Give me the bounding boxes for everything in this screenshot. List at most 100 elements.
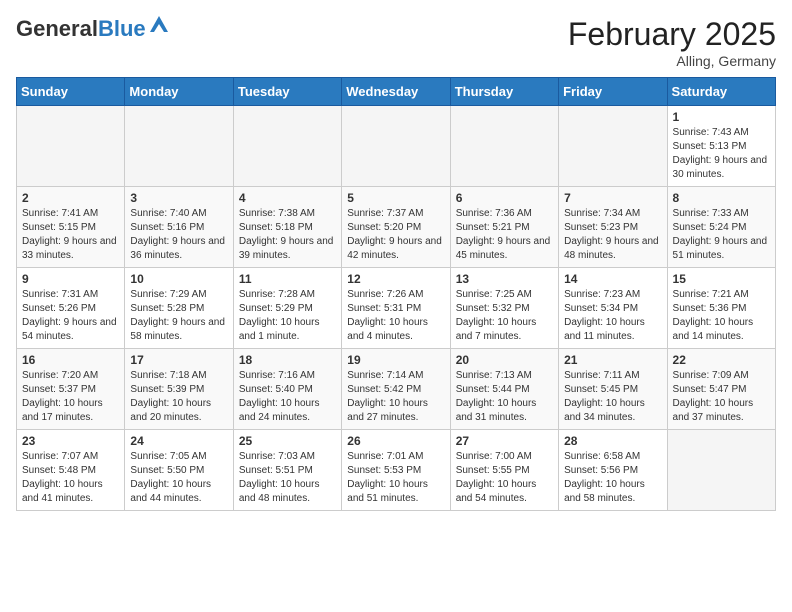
day-info: Sunrise: 7:14 AM Sunset: 5:42 PM Dayligh… [347,369,444,425]
week-row-1: 1Sunrise: 7:43 AM Sunset: 5:13 PM Daylig… [17,106,776,187]
col-monday: Monday [125,78,233,106]
calendar-cell: 2 Sunrise: 7:41 AM Sunset: 5:15 PM Daylig… [17,187,125,268]
day-number: 7 [564,191,661,205]
day-number: 24 [130,434,227,448]
day-number: 12 [347,272,444,286]
day-number: 5 [347,191,444,205]
col-saturday: Saturday [667,78,775,106]
calendar-cell [125,106,233,187]
day-number: 21 [564,353,661,367]
col-sunday: Sunday [17,78,125,106]
day-number: 3 [130,191,227,205]
calendar-cell: 5 Sunrise: 7:37 AM Sunset: 5:20 PM Daylig… [342,187,450,268]
day-number: 27 [456,434,553,448]
col-friday: Friday [559,78,667,106]
day-info: Sunrise: 7:40 AM Sunset: 5:16 PM Dayligh… [130,207,227,263]
day-info: Sunrise: 7:36 AM Sunset: 5:21 PM Dayligh… [456,207,553,263]
calendar-cell: 21 Sunrise: 7:11 AM Sunset: 5:45 PM Dayli… [559,349,667,430]
calendar-cell: 4 Sunrise: 7:38 AM Sunset: 5:18 PM Daylig… [233,187,341,268]
logo-blue-text: Blue [98,16,146,42]
calendar-cell: 7 Sunrise: 7:34 AM Sunset: 5:23 PM Daylig… [559,187,667,268]
day-number: 14 [564,272,661,286]
calendar-cell: 12 Sunrise: 7:26 AM Sunset: 5:31 PM Dayli… [342,268,450,349]
calendar-cell: 23 Sunrise: 7:07 AM Sunset: 5:48 PM Dayli… [17,430,125,511]
day-number: 20 [456,353,553,367]
day-number: 23 [22,434,119,448]
day-number: 17 [130,353,227,367]
week-row-2: 2 Sunrise: 7:41 AM Sunset: 5:15 PM Daylig… [17,187,776,268]
day-info: Sunrise: 7:16 AM Sunset: 5:40 PM Dayligh… [239,369,336,425]
logo: General Blue [16,16,170,42]
calendar-cell [667,430,775,511]
day-info: Sunrise: 7:20 AM Sunset: 5:37 PM Dayligh… [22,369,119,425]
day-number: 15 [673,272,770,286]
col-tuesday: Tuesday [233,78,341,106]
calendar-cell: 10 Sunrise: 7:29 AM Sunset: 5:28 PM Dayli… [125,268,233,349]
calendar-cell [233,106,341,187]
calendar-cell: 11 Sunrise: 7:28 AM Sunset: 5:29 PM Dayli… [233,268,341,349]
day-number: 26 [347,434,444,448]
day-info: Sunrise: 7:38 AM Sunset: 5:18 PM Dayligh… [239,207,336,263]
calendar-cell [17,106,125,187]
calendar-cell: 18 Sunrise: 7:16 AM Sunset: 5:40 PM Dayli… [233,349,341,430]
day-info: Sunrise: 7:29 AM Sunset: 5:28 PM Dayligh… [130,288,227,344]
day-info: Sunrise: 7:31 AM Sunset: 5:26 PM Dayligh… [22,288,119,344]
calendar-cell: 27Sunrise: 7:00 AM Sunset: 5:55 PM Dayli… [450,430,558,511]
day-info: Sunrise: 7:28 AM Sunset: 5:29 PM Dayligh… [239,288,336,344]
day-number: 25 [239,434,336,448]
day-number: 8 [673,191,770,205]
page-header: General Blue February 2025 Alling, Germa… [16,16,776,69]
calendar-cell: 17 Sunrise: 7:18 AM Sunset: 5:39 PM Dayli… [125,349,233,430]
calendar-cell [342,106,450,187]
logo-general-text: General [16,16,98,42]
day-number: 11 [239,272,336,286]
day-info: Sunrise: 7:25 AM Sunset: 5:32 PM Dayligh… [456,288,553,344]
day-info: Sunrise: 7:37 AM Sunset: 5:20 PM Dayligh… [347,207,444,263]
col-thursday: Thursday [450,78,558,106]
day-number: 10 [130,272,227,286]
calendar-cell: 19 Sunrise: 7:14 AM Sunset: 5:42 PM Dayli… [342,349,450,430]
week-row-3: 9 Sunrise: 7:31 AM Sunset: 5:26 PM Daylig… [17,268,776,349]
day-info: Sunrise: 7:07 AM Sunset: 5:48 PM Dayligh… [22,450,119,506]
month-title: February 2025 [568,16,776,53]
day-number: 19 [347,353,444,367]
calendar-cell: 26 Sunrise: 7:01 AM Sunset: 5:53 PM Dayli… [342,430,450,511]
location: Alling, Germany [568,53,776,69]
day-info: Sunrise: 7:23 AM Sunset: 5:34 PM Dayligh… [564,288,661,344]
calendar-cell: 15 Sunrise: 7:21 AM Sunset: 5:36 PM Dayli… [667,268,775,349]
day-info: Sunrise: 7:09 AM Sunset: 5:47 PM Dayligh… [673,369,770,425]
day-info: Sunrise: 7:18 AM Sunset: 5:39 PM Dayligh… [130,369,227,425]
day-info: Sunrise: 7:33 AM Sunset: 5:24 PM Dayligh… [673,207,770,263]
day-number: 13 [456,272,553,286]
week-row-4: 16 Sunrise: 7:20 AM Sunset: 5:37 PM Dayli… [17,349,776,430]
day-info: Sunrise: 7:01 AM Sunset: 5:53 PM Dayligh… [347,450,444,506]
calendar-cell: 3 Sunrise: 7:40 AM Sunset: 5:16 PM Daylig… [125,187,233,268]
day-number: 6 [456,191,553,205]
col-wednesday: Wednesday [342,78,450,106]
day-info: Sunrise: 7:05 AM Sunset: 5:50 PM Dayligh… [130,450,227,506]
day-info: Sunrise: 7:26 AM Sunset: 5:31 PM Dayligh… [347,288,444,344]
day-info: Sunrise: 7:11 AM Sunset: 5:45 PM Dayligh… [564,369,661,425]
calendar-cell: 16 Sunrise: 7:20 AM Sunset: 5:37 PM Dayli… [17,349,125,430]
calendar-cell: 20Sunrise: 7:13 AM Sunset: 5:44 PM Dayli… [450,349,558,430]
calendar-cell: 13 Sunrise: 7:25 AM Sunset: 5:32 PM Dayli… [450,268,558,349]
day-info: Sunrise: 7:03 AM Sunset: 5:51 PM Dayligh… [239,450,336,506]
calendar-cell: 25 Sunrise: 7:03 AM Sunset: 5:51 PM Dayli… [233,430,341,511]
calendar-table: Sunday Monday Tuesday Wednesday Thursday… [16,77,776,511]
day-number: 4 [239,191,336,205]
calendar-cell: 1Sunrise: 7:43 AM Sunset: 5:13 PM Daylig… [667,106,775,187]
day-number: 18 [239,353,336,367]
calendar-cell: 28Sunrise: 6:58 AM Sunset: 5:56 PM Dayli… [559,430,667,511]
day-info: Sunrise: 7:41 AM Sunset: 5:15 PM Dayligh… [22,207,119,263]
logo-icon [148,14,170,41]
day-number: 2 [22,191,119,205]
calendar-cell: 22Sunrise: 7:09 AM Sunset: 5:47 PM Dayli… [667,349,775,430]
day-info: Sunrise: 7:34 AM Sunset: 5:23 PM Dayligh… [564,207,661,263]
day-number: 1 [673,110,770,124]
day-number: 9 [22,272,119,286]
calendar-cell [450,106,558,187]
day-number: 28 [564,434,661,448]
day-number: 16 [22,353,119,367]
calendar-cell: 8 Sunrise: 7:33 AM Sunset: 5:24 PM Daylig… [667,187,775,268]
day-info: Sunrise: 7:21 AM Sunset: 5:36 PM Dayligh… [673,288,770,344]
